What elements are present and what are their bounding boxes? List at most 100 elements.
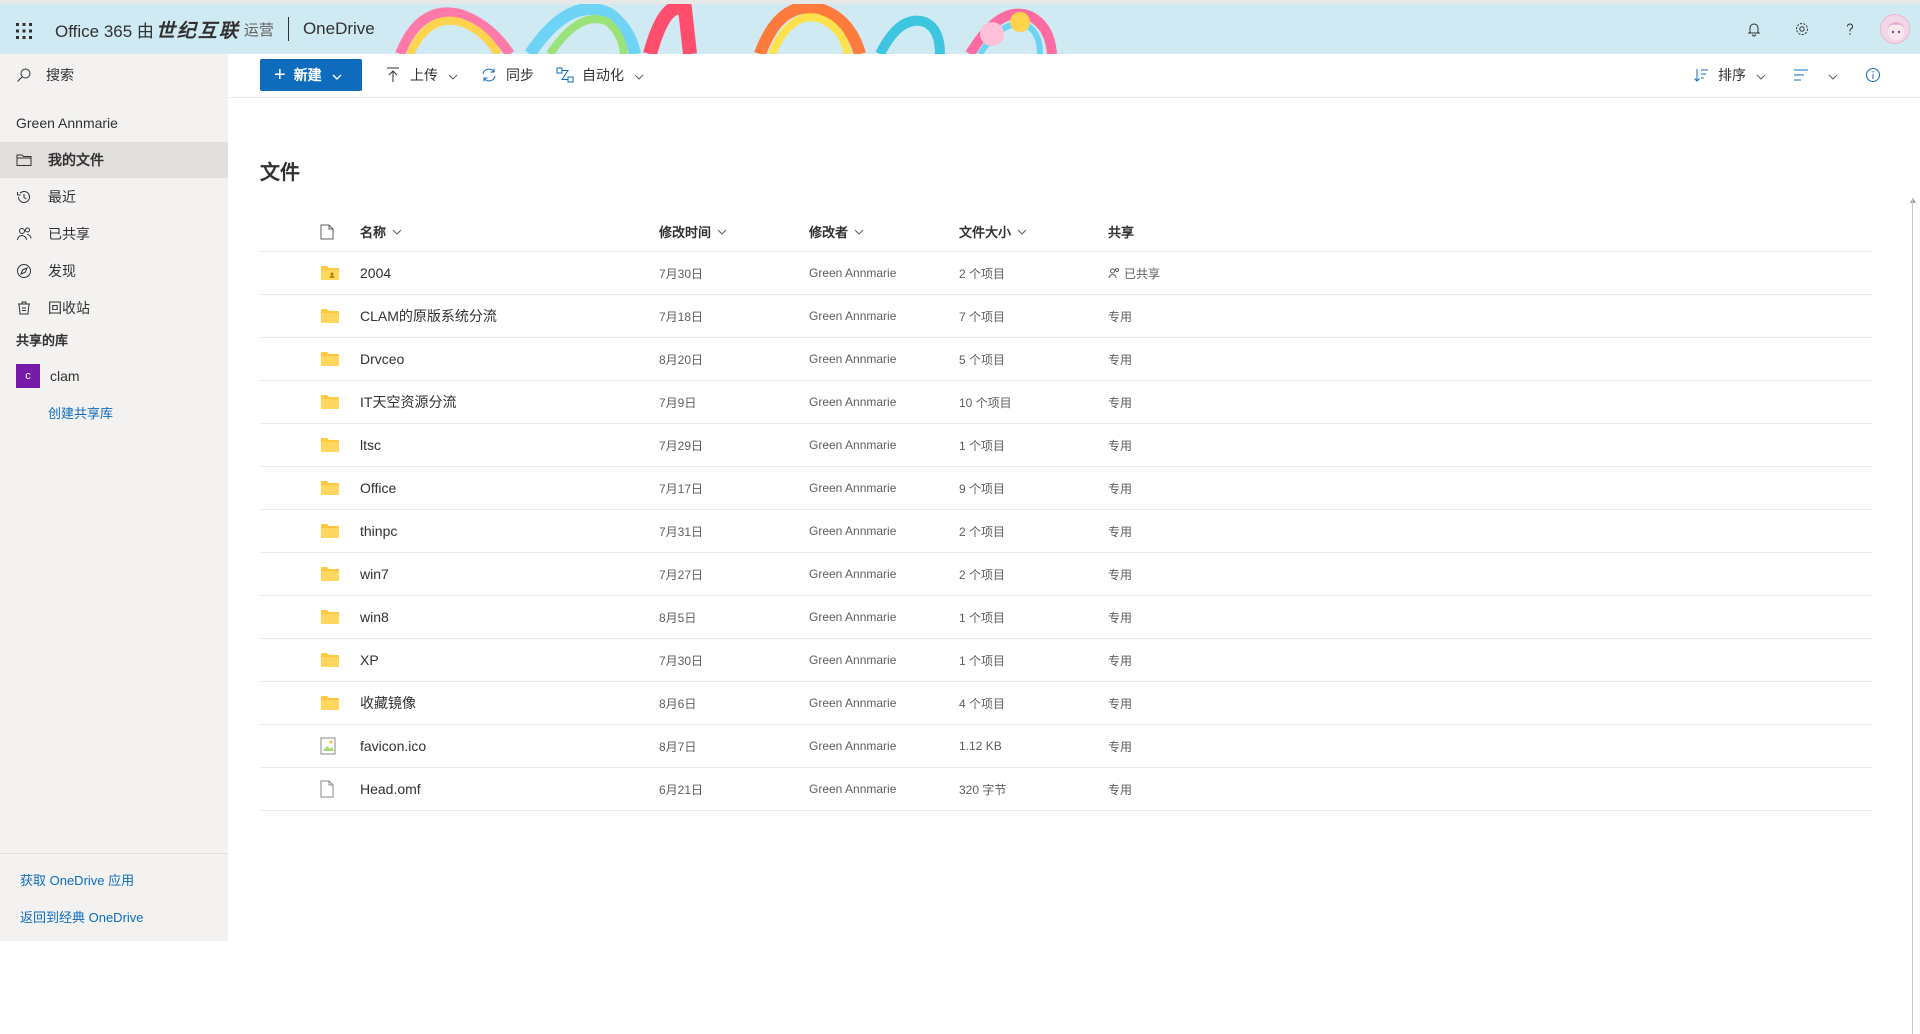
nav-item-label: 我的文件	[48, 152, 104, 168]
user-name: Green Annmarie	[16, 115, 118, 131]
table-row[interactable]: Head.omf 6月21日 Green Annmarie 320 字节 专用	[260, 768, 1872, 811]
sharing-label: 已共享	[1124, 266, 1161, 281]
folder-icon	[260, 437, 360, 453]
modified-date: 8月20日	[659, 352, 704, 367]
file-name-link[interactable]: Drvceo	[360, 351, 404, 367]
file-type-column-header[interactable]	[260, 224, 360, 240]
file-size: 7 个项目	[959, 309, 1006, 324]
folder-icon	[260, 652, 360, 668]
new-button-label: 新建	[293, 67, 322, 83]
file-name-link[interactable]: thinpc	[360, 523, 397, 539]
file-type-icon	[320, 224, 334, 239]
library-item-clam[interactable]: c clam	[16, 364, 80, 388]
app-name[interactable]: OneDrive	[303, 19, 375, 39]
chevron-down-icon	[392, 229, 402, 235]
nav-item-my-files[interactable]: 我的文件	[0, 142, 228, 178]
scroll-up-arrow-icon[interactable]	[1910, 198, 1916, 203]
table-row[interactable]: 2004 7月30日 Green Annmarie 2 个项目 已共享	[260, 252, 1872, 295]
file-name-link[interactable]: win8	[360, 609, 389, 625]
file-size: 4 个项目	[959, 696, 1006, 711]
sync-button[interactable]: 同步	[480, 65, 534, 85]
modified-column-header[interactable]: 修改时间	[659, 222, 809, 241]
table-row[interactable]: XP 7月30日 Green Annmarie 1 个项目 专用	[260, 639, 1872, 682]
modified-by: Green Annmarie	[809, 653, 897, 667]
table-row[interactable]: 收藏镜像 8月6日 Green Annmarie 4 个项目 专用	[260, 682, 1872, 725]
file-size: 2 个项目	[959, 266, 1006, 281]
header-rainbow-decoration	[395, 4, 1057, 54]
table-row[interactable]: CLAM的原版系统分流 7月18日 Green Annmarie 7 个项目 专用	[260, 295, 1872, 338]
modified-date: 7月9日	[659, 395, 697, 410]
nav-item-recent[interactable]: 最近	[0, 178, 228, 215]
modified-by-column-header[interactable]: 修改者	[809, 222, 959, 241]
table-row[interactable]: thinpc 7月31日 Green Annmarie 2 个项目 专用	[260, 510, 1872, 553]
automate-button[interactable]: 自动化	[556, 65, 644, 85]
file-size: 1 个项目	[959, 653, 1006, 668]
main-content: 文件 名称 修改时间 修改者 文件大小 共享 2004 7月30日 Green …	[228, 98, 1920, 1034]
table-row[interactable]: IT天空资源分流 7月9日 Green Annmarie 10 个项目 专用	[260, 381, 1872, 424]
return-to-classic-link[interactable]: 返回到经典 OneDrive	[20, 907, 228, 926]
folder-icon	[260, 695, 360, 711]
file-size-column-header[interactable]: 文件大小	[959, 222, 1108, 241]
page-title: 文件	[260, 162, 300, 184]
file-name-link[interactable]: ltsc	[360, 437, 381, 453]
help-icon[interactable]	[1826, 4, 1874, 54]
sharing-status[interactable]: 已共享	[1108, 265, 1872, 282]
file-name-link[interactable]: 2004	[360, 265, 391, 281]
header-actions	[1730, 4, 1920, 54]
search-label: 搜索	[46, 67, 74, 83]
upload-icon	[384, 66, 402, 84]
folder-icon	[260, 308, 360, 324]
file-name-link[interactable]: favicon.ico	[360, 738, 426, 754]
brand[interactable]: Office 365 由 世纪互联 运营 OneDrive	[55, 4, 375, 54]
create-shared-library-link[interactable]: 创建共享库	[48, 403, 113, 422]
scrollbar-track[interactable]	[1912, 198, 1913, 1034]
user-avatar[interactable]	[1880, 14, 1910, 44]
table-row[interactable]: ltsc 7月29日 Green Annmarie 1 个项目 专用	[260, 424, 1872, 467]
shared-folder-icon	[260, 265, 360, 281]
nav-item-discover[interactable]: 发现	[0, 252, 228, 289]
sort-button[interactable]: 排序	[1692, 65, 1766, 85]
modified-by: Green Annmarie	[809, 739, 897, 753]
new-button[interactable]: + 新建	[260, 59, 362, 91]
search-box[interactable]: 搜索	[0, 54, 228, 96]
file-size: 1 个项目	[959, 438, 1006, 453]
table-row[interactable]: Drvceo 8月20日 Green Annmarie 5 个项目 专用	[260, 338, 1872, 381]
vertical-scrollbar[interactable]	[1910, 198, 1916, 1034]
app-launcher-icon[interactable]	[10, 12, 38, 50]
table-row[interactable]: favicon.ico 8月7日 Green Annmarie 1.12 KB 专用	[260, 725, 1872, 768]
get-onedrive-app-link[interactable]: 获取 OneDrive 应用	[20, 870, 228, 889]
settings-gear-icon[interactable]	[1778, 4, 1826, 54]
sharing-label: 专用	[1108, 395, 1133, 410]
table-row[interactable]: Office 7月17日 Green Annmarie 9 个项目 专用	[260, 467, 1872, 510]
nav-item-recycle-bin[interactable]: 回收站	[0, 289, 228, 326]
chevron-down-icon	[1828, 67, 1838, 83]
chevron-down-icon	[854, 229, 864, 235]
file-name-link[interactable]: 收藏镜像	[360, 693, 416, 713]
sharing-label: 专用	[1108, 782, 1133, 797]
sharing-status: 专用	[1108, 609, 1872, 626]
sharing-label: 专用	[1108, 481, 1133, 496]
sharing-column-header[interactable]: 共享	[1108, 222, 1872, 241]
file-name-link[interactable]: Head.omf	[360, 781, 421, 797]
table-row[interactable]: win7 7月27日 Green Annmarie 2 个项目 专用	[260, 553, 1872, 596]
file-name-link[interactable]: IT天空资源分流	[360, 392, 456, 412]
brand-prefix: Office 365 由	[55, 21, 154, 41]
notifications-icon[interactable]	[1730, 4, 1778, 54]
file-name-link[interactable]: XP	[360, 652, 379, 668]
view-options-button[interactable]	[1792, 66, 1838, 84]
name-column-header[interactable]: 名称	[360, 222, 659, 241]
shared-libraries-heading: 共享的库	[16, 333, 69, 348]
file-name-link[interactable]: win7	[360, 566, 389, 582]
suite-header: Office 365 由 世纪互联 运营 OneDrive	[0, 0, 1920, 54]
list-view-icon	[1792, 66, 1810, 84]
file-name-link[interactable]: Office	[360, 480, 396, 496]
upload-button[interactable]: 上传	[384, 65, 458, 85]
modified-date: 7月27日	[659, 567, 704, 582]
file-name-link[interactable]: CLAM的原版系统分流	[360, 306, 497, 326]
modified-date: 8月5日	[659, 610, 697, 625]
table-row[interactable]: win8 8月5日 Green Annmarie 1 个项目 专用	[260, 596, 1872, 639]
details-pane-button[interactable]	[1864, 66, 1890, 84]
automate-label: 自动化	[582, 67, 624, 83]
nav-item-shared[interactable]: 已共享	[0, 215, 228, 252]
sharing-label: 专用	[1108, 567, 1133, 582]
